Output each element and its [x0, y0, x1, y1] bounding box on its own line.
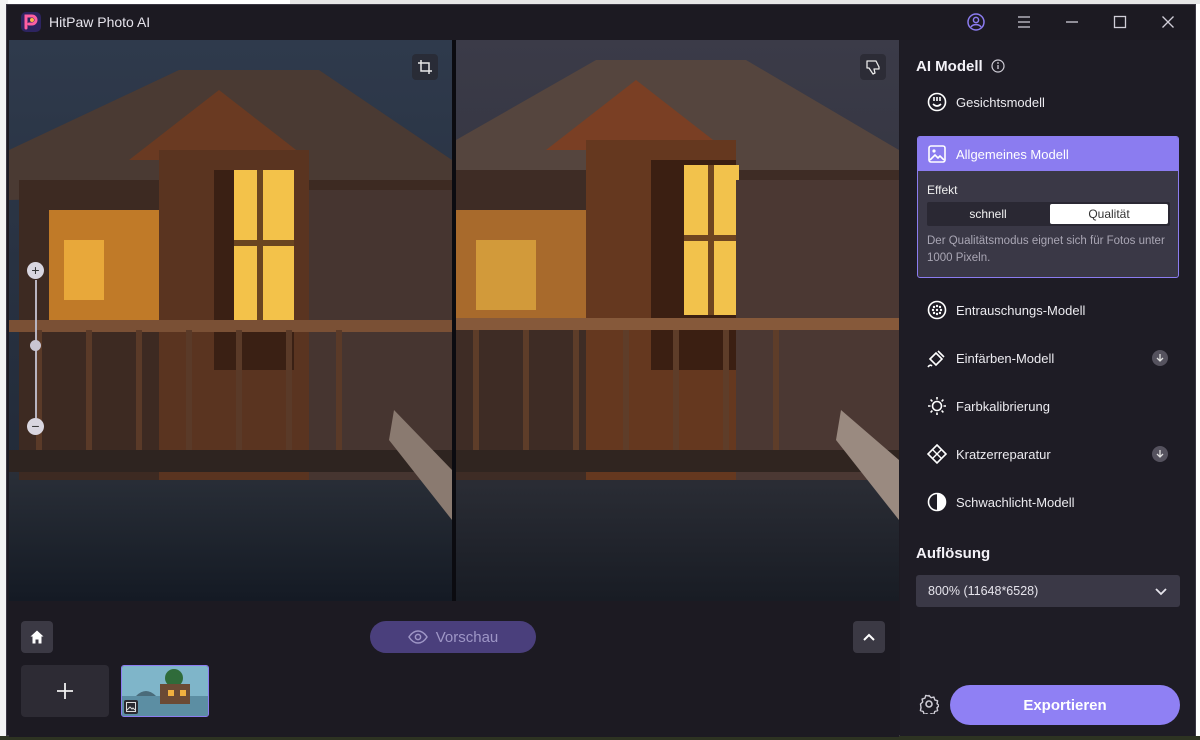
- ai-model-heading: AI Modell: [916, 58, 1005, 75]
- model-label: Schwachlicht-Modell: [956, 494, 1075, 510]
- home-button[interactable]: [21, 621, 53, 653]
- chevron-down-icon: [1155, 588, 1167, 596]
- enhanced-image: [456, 40, 899, 601]
- effect-label: Effekt: [927, 183, 958, 197]
- model-general-expanded: Allgemeines Modell Effekt schnell Qualit…: [917, 136, 1179, 278]
- minimize-button[interactable]: [1061, 11, 1083, 33]
- chevron-up-icon: [863, 633, 875, 641]
- model-label: Gesichtsmodell: [956, 94, 1045, 110]
- original-image-pane: [9, 40, 452, 601]
- model-label: Allgemeines Modell: [956, 146, 1069, 162]
- add-image-button[interactable]: [21, 665, 109, 717]
- model-label: Entrauschungs-Modell: [956, 302, 1086, 318]
- account-icon[interactable]: [965, 11, 987, 33]
- model-low-light[interactable]: Schwachlicht-Modell: [918, 484, 1176, 520]
- image-canvas[interactable]: + −: [9, 40, 899, 601]
- app-logo-icon: [21, 12, 41, 32]
- preview-button[interactable]: Vorschau: [370, 621, 536, 653]
- original-image: [9, 40, 452, 601]
- menu-icon[interactable]: [1013, 11, 1035, 33]
- resolution-heading: Auflösung: [916, 545, 991, 562]
- effect-option-quality[interactable]: Qualität: [1050, 204, 1168, 224]
- collapse-button[interactable]: [853, 621, 885, 653]
- title-bar: HitPaw Photo AI: [7, 5, 1195, 39]
- download-icon[interactable]: [1152, 446, 1168, 462]
- sun-icon: [926, 395, 948, 417]
- feedback-dislike-button[interactable]: [860, 54, 886, 80]
- app-title: HitPaw Photo AI: [49, 14, 151, 30]
- settings-panel: AI Modell Gesichtsmodell Allgemeines Mod…: [900, 40, 1195, 736]
- zoom-slider[interactable]: + −: [26, 262, 46, 452]
- download-icon[interactable]: [1152, 350, 1168, 366]
- model-general[interactable]: Allgemeines Modell: [918, 137, 1178, 171]
- face-icon: [926, 91, 948, 113]
- effect-hint: Der Qualitätsmodus eignet sich für Fotos…: [927, 235, 1165, 264]
- export-button[interactable]: Exportieren: [950, 685, 1180, 725]
- model-label: Farbkalibrierung: [956, 398, 1050, 414]
- home-icon: [30, 630, 44, 644]
- model-denoise[interactable]: Entrauschungs-Modell: [918, 292, 1176, 328]
- maximize-button[interactable]: [1109, 11, 1131, 33]
- eye-icon: [407, 630, 428, 644]
- crop-icon: [418, 60, 432, 74]
- settings-button[interactable]: [918, 693, 940, 715]
- denoise-icon: [926, 299, 948, 321]
- model-label: Kratzerreparatur: [956, 446, 1051, 462]
- effect-option-fast[interactable]: schnell: [929, 204, 1047, 224]
- image-icon: [926, 143, 948, 165]
- close-button[interactable]: [1157, 11, 1179, 33]
- zoom-handle[interactable]: [30, 340, 41, 351]
- model-scratch-repair[interactable]: Kratzerreparatur: [918, 436, 1176, 472]
- ai-model-title: AI Modell: [916, 58, 983, 75]
- scratch-repair-icon: [926, 443, 948, 465]
- resolution-select[interactable]: 800% (11648*6528): [916, 575, 1180, 607]
- info-icon[interactable]: [991, 59, 1005, 73]
- enhanced-image-pane: [456, 40, 899, 601]
- model-color-calibration[interactable]: Farbkalibrierung: [918, 388, 1176, 424]
- effect-toggle: schnell Qualität: [927, 202, 1170, 226]
- plus-icon: [57, 683, 73, 699]
- model-colorize[interactable]: Einfärben-Modell: [918, 340, 1176, 376]
- resolution-value: 800% (11648*6528): [928, 584, 1039, 598]
- crop-button[interactable]: [412, 54, 438, 80]
- zoom-out-button[interactable]: −: [27, 418, 44, 435]
- thumbs-down-icon: [866, 60, 880, 75]
- image-thumbnail[interactable]: [121, 665, 209, 717]
- model-face[interactable]: Gesichtsmodell: [918, 84, 1176, 120]
- zoom-in-button[interactable]: +: [27, 262, 44, 279]
- colorize-icon: [926, 347, 948, 369]
- gear-icon: [919, 694, 939, 714]
- bottom-bar: Vorschau: [9, 601, 899, 737]
- low-light-icon: [926, 491, 948, 513]
- app-window: HitPaw Photo AI + − Vorschau AI Modell G…: [6, 4, 1196, 737]
- image-type-icon: [124, 700, 138, 714]
- model-label: Einfärben-Modell: [956, 350, 1055, 366]
- preview-label: Vorschau: [435, 628, 499, 646]
